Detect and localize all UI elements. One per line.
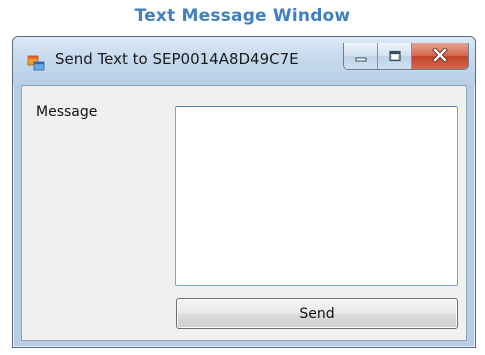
title-bar[interactable]: Send Text to SEP0014A8D49C7E <box>13 37 475 85</box>
minimize-icon <box>354 47 368 66</box>
maximize-icon <box>388 47 402 66</box>
message-label: Message <box>36 104 98 120</box>
send-button[interactable]: Send <box>176 298 458 329</box>
close-button[interactable] <box>412 43 468 69</box>
minimize-button[interactable] <box>344 43 378 69</box>
caption-buttons <box>343 43 469 70</box>
client-area: Message Send <box>21 85 467 341</box>
dialog-window: Send Text to SEP0014A8D49C7E Message Sen… <box>12 36 476 348</box>
app-window-icon <box>27 55 45 71</box>
message-input[interactable] <box>175 106 458 286</box>
window-title: Send Text to SEP0014A8D49C7E <box>55 50 299 68</box>
maximize-button[interactable] <box>378 43 412 69</box>
close-icon <box>432 46 448 66</box>
figure-caption: Text Message Window <box>134 6 351 26</box>
